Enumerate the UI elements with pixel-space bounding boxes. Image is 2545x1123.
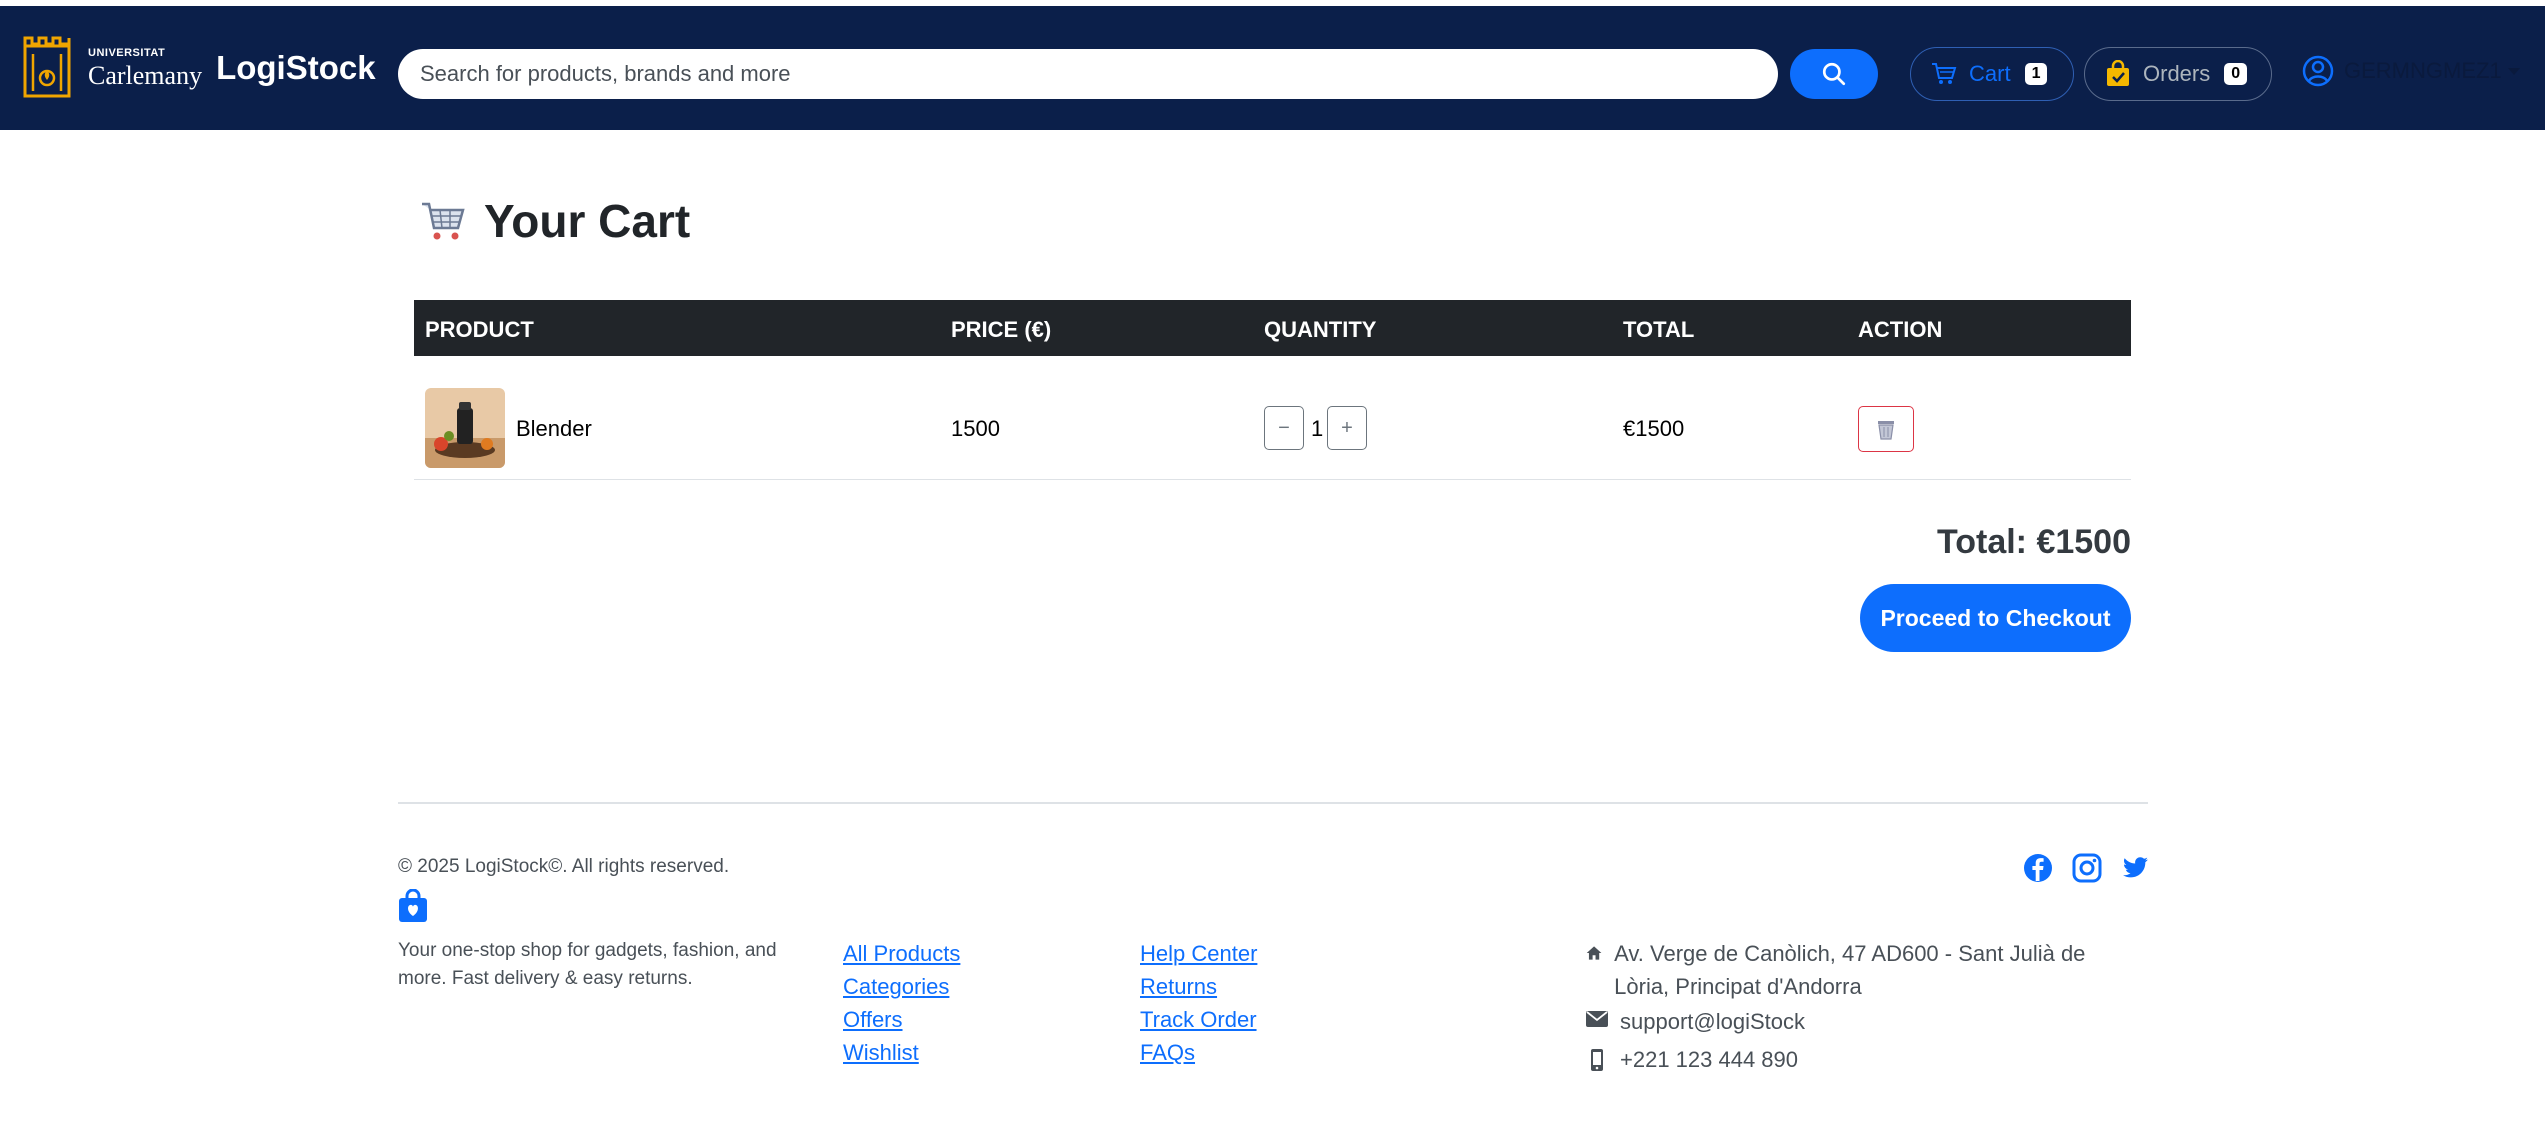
page-title-text: Your Cart [484, 195, 691, 247]
footer-divider [398, 802, 2148, 804]
logo-small-text: UNIVERSITAT [88, 46, 166, 59]
logo-big-text: Carlemany [88, 60, 203, 90]
decrease-quantity-button[interactable]: − [1264, 406, 1304, 450]
envelope-icon [1586, 1011, 1608, 1027]
footer-email: support@logiStock [1586, 1005, 1805, 1038]
table-row: Blender 1500 − 1 + €1500 [414, 356, 2131, 480]
orders-count-badge: 0 [2224, 63, 2248, 85]
search-input[interactable] [398, 49, 1778, 99]
row-total: €1500 [1623, 416, 1685, 441]
product-name[interactable]: Blender [516, 416, 592, 442]
footer-links-shop: All Products Categories Offers Wishlist [843, 937, 960, 1069]
logo[interactable]: UNIVERSITAT Carlemany LogiStock [22, 36, 376, 100]
proceed-to-checkout-button[interactable]: Proceed to Checkout [1860, 584, 2131, 652]
product-price: 1500 [951, 416, 1000, 441]
cart-button[interactable]: Cart 1 [1910, 47, 2074, 101]
footer-link-faqs[interactable]: FAQs [1140, 1036, 1257, 1069]
facebook-icon[interactable] [2023, 853, 2053, 883]
footer-link-track-order[interactable]: Track Order [1140, 1003, 1257, 1036]
cart-count-badge: 1 [2024, 63, 2048, 85]
navbar: UNIVERSITAT Carlemany LogiStock Cart 1 O… [0, 6, 2545, 130]
shopping-cart-emoji-icon [422, 202, 465, 240]
home-icon [1586, 946, 1602, 960]
copyright-text: © 2025 LogiStock©. All rights reserved. [398, 856, 730, 877]
column-header-product: PRODUCT [425, 317, 534, 342]
trash-icon [1878, 421, 1894, 440]
user-menu[interactable]: GERMNGMEZ1 [2302, 55, 2520, 87]
footer-link-all-products[interactable]: All Products [843, 937, 960, 970]
page-title: Your Cart [420, 194, 690, 248]
shopping-bag-icon [2107, 60, 2129, 86]
remove-item-button[interactable] [1858, 406, 1914, 452]
orders-label: Orders [2143, 61, 2211, 86]
footer-address: Av. Verge de Canòlich, 47 AD600 - Sant J… [1586, 937, 2146, 1003]
university-crest-icon [23, 36, 71, 98]
search-button[interactable] [1790, 49, 1878, 99]
increase-quantity-button[interactable]: + [1327, 406, 1367, 450]
instagram-icon[interactable] [2072, 853, 2102, 883]
cart-table: PRODUCT PRICE (€) QUANTITY TOTAL ACTION … [414, 300, 2131, 480]
chevron-down-icon [2507, 67, 2520, 75]
footer-links-help: Help Center Returns Track Order FAQs [1140, 937, 1257, 1069]
cart-label: Cart [1969, 61, 2011, 86]
email-text: support@logiStock [1620, 1009, 1805, 1034]
orders-button[interactable]: Orders 0 [2084, 47, 2272, 101]
column-header-price: PRICE (€) [951, 317, 1052, 342]
phone-icon [1591, 1049, 1603, 1071]
footer-link-wishlist[interactable]: Wishlist [843, 1036, 960, 1069]
footer-link-help-center[interactable]: Help Center [1140, 937, 1257, 970]
address-text: Av. Verge de Canòlich, 47 AD600 - Sant J… [1614, 941, 2086, 999]
footer-phone: +221 123 444 890 [1586, 1043, 1798, 1076]
footer-link-categories[interactable]: Categories [843, 970, 960, 1003]
product-image [425, 388, 505, 468]
cart-icon [1932, 63, 1957, 84]
user-circle-icon [2302, 55, 2334, 87]
column-header-action: ACTION [1858, 317, 1943, 342]
column-header-total: TOTAL [1623, 317, 1695, 342]
twitter-icon[interactable] [2120, 853, 2150, 883]
footer-tagline: Your one-stop shop for gadgets, fashion,… [398, 940, 777, 989]
search-icon [1822, 62, 1846, 86]
quantity-value: 1 [1311, 416, 1324, 441]
column-header-quantity: QUANTITY [1264, 317, 1377, 342]
phone-text: +221 123 444 890 [1620, 1047, 1799, 1072]
footer-link-offers[interactable]: Offers [843, 1003, 960, 1036]
table-header: PRODUCT PRICE (€) QUANTITY TOTAL ACTION [414, 300, 2131, 356]
university-name: UNIVERSITAT Carlemany [88, 46, 203, 90]
username: GERMNGMEZ1 [2344, 58, 2502, 83]
shopping-bag-icon [399, 889, 427, 922]
footer-link-returns[interactable]: Returns [1140, 970, 1257, 1003]
brand-name[interactable]: LogiStock [216, 49, 376, 87]
cart-grand-total: Total: €1500 [1936, 523, 2131, 561]
